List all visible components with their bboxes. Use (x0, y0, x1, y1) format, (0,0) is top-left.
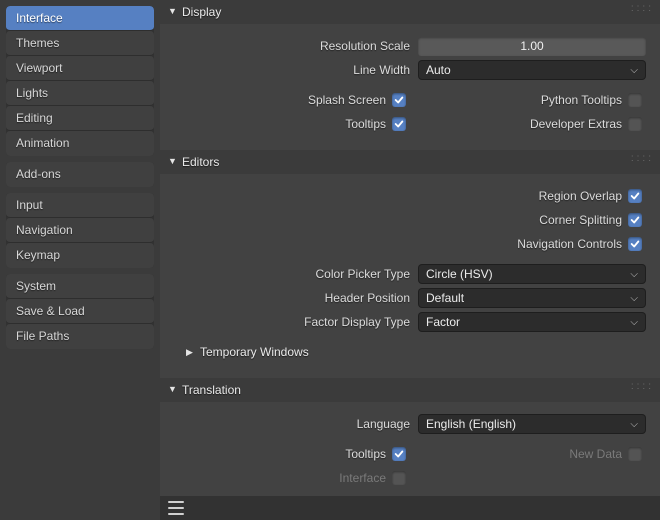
line-width-label: Line Width (174, 63, 418, 77)
sidebar-item-animation[interactable]: Animation (6, 131, 154, 156)
sidebar-item-themes[interactable]: Themes (6, 31, 154, 56)
sidebar-item-addons[interactable]: Add-ons (6, 162, 154, 187)
header-position-label: Header Position (174, 291, 418, 305)
region-overlap-checkbox[interactable] (628, 189, 642, 203)
resolution-scale-label: Resolution Scale (174, 39, 418, 53)
panel-header-display[interactable]: ▼ Display :::: (160, 0, 660, 24)
footer-bar (160, 496, 660, 520)
grip-icon: :::: (631, 153, 654, 164)
grip-icon: :::: (631, 3, 654, 14)
chevron-down-icon: ⌵ (630, 65, 638, 76)
python-tooltips-checkbox[interactable] (628, 93, 642, 107)
line-width-value: Auto (426, 63, 451, 77)
panel-body-editors: Region Overlap Corner Splitting Navigati… (160, 174, 660, 378)
subpanel-temporary-windows[interactable]: ▶ Temporary Windows (174, 340, 646, 364)
preferences-sidebar: Interface Themes Viewport Lights Editing… (0, 0, 160, 520)
language-label: Language (174, 417, 418, 431)
sidebar-item-lights[interactable]: Lights (6, 81, 154, 106)
panel-body-translation: Language English (English) ⌵ Tooltips Ne… (160, 402, 660, 504)
translation-tooltips-checkbox[interactable] (392, 447, 406, 461)
panel-header-translation[interactable]: ▼ Translation :::: (160, 378, 660, 402)
translation-interface-checkbox[interactable] (392, 471, 406, 485)
panel-title: Editors (182, 155, 219, 169)
chevron-down-icon: ⌵ (630, 293, 638, 304)
color-picker-type-label: Color Picker Type (174, 267, 418, 281)
corner-splitting-label: Corner Splitting (539, 213, 622, 227)
developer-extras-label: Developer Extras (530, 117, 622, 131)
factor-display-type-value: Factor (426, 315, 460, 329)
tooltips-label: Tooltips (345, 117, 386, 131)
nav-group-2: Add-ons (6, 162, 154, 187)
panel-title: Display (182, 5, 221, 19)
translation-newdata-label: New Data (569, 447, 622, 461)
sidebar-item-keymap[interactable]: Keymap (6, 243, 154, 268)
grip-icon: :::: (631, 381, 654, 392)
nav-group-1: Interface Themes Viewport Lights Editing… (6, 6, 154, 156)
language-value: English (English) (426, 417, 516, 431)
language-select[interactable]: English (English) ⌵ (418, 414, 646, 434)
sidebar-item-input[interactable]: Input (6, 193, 154, 218)
disclosure-right-icon: ▶ (186, 347, 196, 358)
translation-newdata-checkbox[interactable] (628, 447, 642, 461)
sidebar-item-navigation[interactable]: Navigation (6, 218, 154, 243)
tooltips-checkbox[interactable] (392, 117, 406, 131)
disclosure-down-icon: ▼ (168, 384, 178, 394)
translation-tooltips-label: Tooltips (345, 447, 386, 461)
chevron-down-icon: ⌵ (630, 269, 638, 280)
header-position-select[interactable]: Default ⌵ (418, 288, 646, 308)
sidebar-item-system[interactable]: System (6, 274, 154, 299)
navigation-controls-checkbox[interactable] (628, 237, 642, 251)
sidebar-item-filepaths[interactable]: File Paths (6, 324, 154, 349)
navigation-controls-label: Navigation Controls (517, 237, 622, 251)
disclosure-down-icon: ▼ (168, 6, 178, 16)
color-picker-type-select[interactable]: Circle (HSV) ⌵ (418, 264, 646, 284)
resolution-scale-input[interactable] (418, 37, 646, 56)
corner-splitting-checkbox[interactable] (628, 213, 642, 227)
color-picker-type-value: Circle (HSV) (426, 267, 493, 281)
translation-interface-label: Interface (339, 471, 386, 485)
nav-group-3: Input Navigation Keymap (6, 193, 154, 268)
region-overlap-label: Region Overlap (539, 189, 622, 203)
subpanel-title: Temporary Windows (200, 345, 309, 359)
disclosure-down-icon: ▼ (168, 156, 178, 166)
factor-display-type-label: Factor Display Type (174, 315, 418, 329)
header-position-value: Default (426, 291, 464, 305)
sidebar-item-saveload[interactable]: Save & Load (6, 299, 154, 324)
python-tooltips-label: Python Tooltips (541, 93, 622, 107)
chevron-down-icon: ⌵ (630, 419, 638, 430)
factor-display-type-select[interactable]: Factor ⌵ (418, 312, 646, 332)
splash-screen-checkbox[interactable] (392, 93, 406, 107)
sidebar-item-editing[interactable]: Editing (6, 106, 154, 131)
panel-title: Translation (182, 383, 241, 397)
panel-header-editors[interactable]: ▼ Editors :::: (160, 150, 660, 174)
developer-extras-checkbox[interactable] (628, 117, 642, 131)
sidebar-item-interface[interactable]: Interface (6, 6, 154, 31)
line-width-select[interactable]: Auto ⌵ (418, 60, 646, 80)
nav-group-4: System Save & Load File Paths (6, 274, 154, 349)
hamburger-menu-icon[interactable] (168, 501, 184, 515)
preferences-main: ▼ Display :::: Resolution Scale Line Wid… (160, 0, 660, 520)
sidebar-item-viewport[interactable]: Viewport (6, 56, 154, 81)
panel-body-display: Resolution Scale Line Width Auto ⌵ Splas… (160, 24, 660, 150)
splash-screen-label: Splash Screen (308, 93, 386, 107)
chevron-down-icon: ⌵ (630, 317, 638, 328)
